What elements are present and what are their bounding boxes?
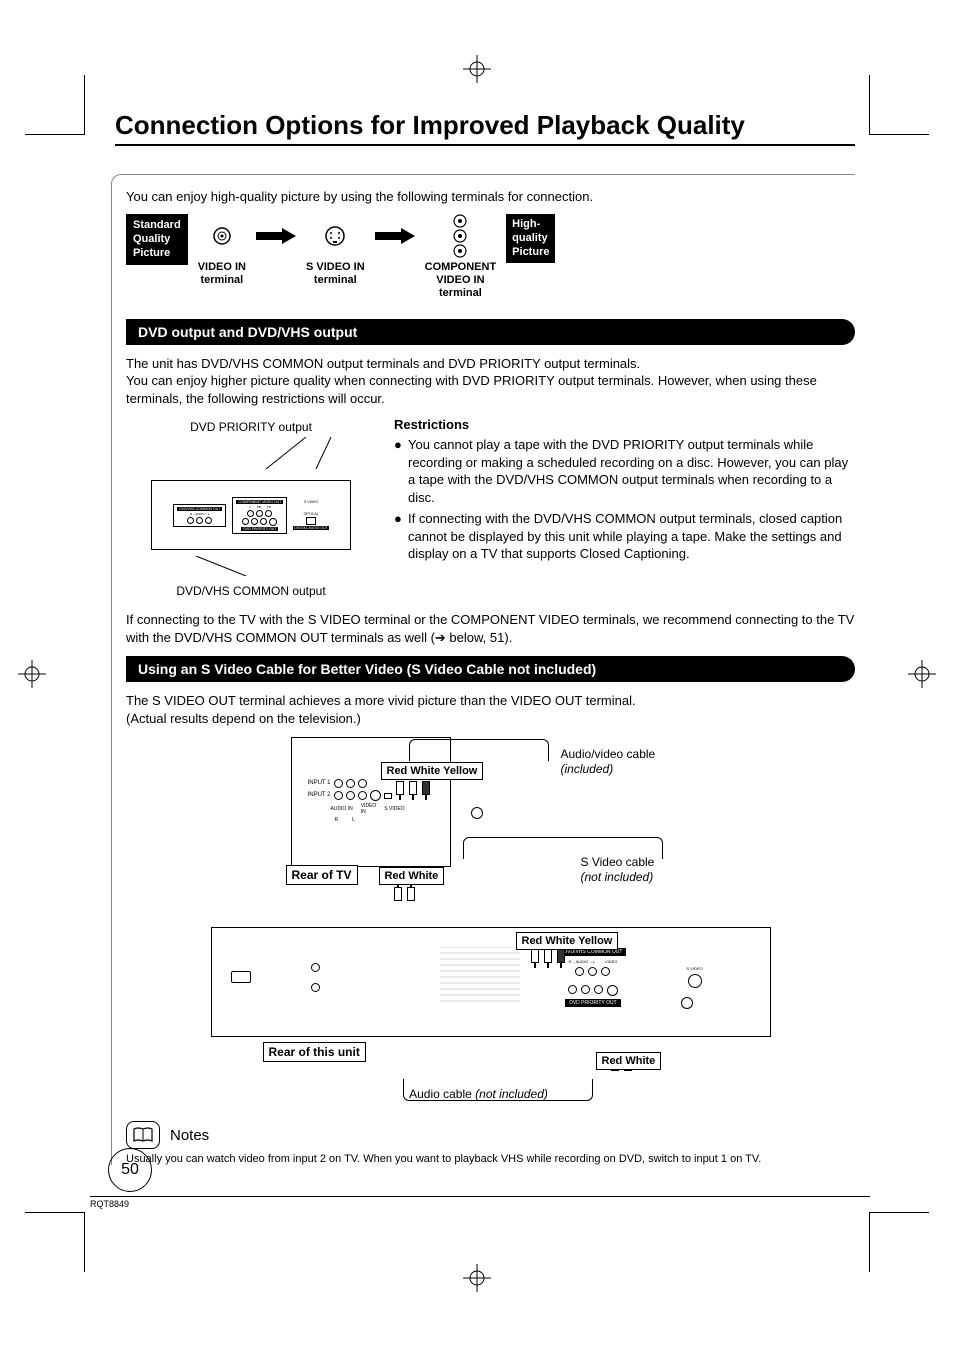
arrow-icon: [256, 214, 296, 258]
registration-mark: [18, 660, 46, 688]
rca-plug-icon: [544, 949, 552, 963]
rca-plug-icon: [394, 887, 402, 901]
crop-mark: [869, 1212, 929, 1272]
crop-mark: [25, 75, 85, 135]
section-heading: DVD output and DVD/VHS output: [126, 319, 855, 345]
cable-label: S Video cable(not included): [581, 855, 655, 885]
mini-label: DIGITAL AUDIO OUT: [293, 526, 328, 530]
body-text: If connecting to the TV with the S VIDEO…: [126, 611, 855, 646]
arrow-icon: [375, 214, 415, 258]
svideo-plug-icon: [471, 807, 483, 819]
cable-label: Audio/video cable(included): [561, 747, 656, 777]
page-number: 50: [108, 1148, 152, 1192]
registration-mark: [908, 660, 936, 688]
priority-output-label: DVD PRIORITY output: [126, 420, 376, 434]
rear-tv-label: Rear of TV: [286, 865, 358, 885]
rear-panel-mini-diagram: DVD/VHS COMMON OUT R – AUDIO – L COMPONE…: [151, 480, 351, 550]
video-in-icon: [198, 214, 246, 258]
callout-lines: [136, 437, 366, 469]
document-code: RQT8849: [90, 1196, 870, 1209]
mini-label: DVD/VHS COMMON OUT: [177, 507, 222, 511]
terminal-label: VIDEO IN terminal: [198, 261, 246, 287]
page-title: Connection Options for Improved Playback…: [115, 110, 855, 146]
color-tag: Red White: [596, 1052, 662, 1070]
bullet-item: ●If connecting with the DVD/VHS COMMON o…: [394, 510, 855, 563]
rear-unit-label: Rear of this unit: [263, 1042, 366, 1062]
color-tag: Red White Yellow: [516, 932, 619, 950]
standard-quality-badge: Standard Quality Picture: [126, 214, 188, 265]
callout-lines: [136, 556, 366, 576]
body-text: The unit has DVD/VHS COMMON output termi…: [126, 355, 855, 408]
crop-mark: [869, 75, 929, 135]
section-heading: Using an S Video Cable for Better Video …: [126, 656, 855, 682]
terminal-label: COMPONENT VIDEO IN terminal: [425, 261, 497, 301]
common-output-label: DVD/VHS COMMON output: [126, 584, 376, 598]
component-in-icon: [425, 214, 497, 258]
notes-text: Usually you can watch video from input 2…: [126, 1153, 855, 1165]
terminal-label: S VIDEO IN terminal: [306, 261, 365, 287]
unit-terminals: DVD/VHS COMMON OUT R – AUDIO – LVIDEO DV…: [231, 947, 703, 1007]
mini-label: S VIDEO: [293, 500, 328, 504]
color-tag: Red White Yellow: [381, 762, 484, 780]
intro-text: You can enjoy high-quality picture by us…: [126, 189, 855, 204]
svideo-plug-icon: [681, 997, 693, 1009]
tv-inputs: INPUT 1 INPUT 2 AUDIO INVIDEO INS VIDEO …: [301, 779, 405, 825]
high-quality-badge: High- quality Picture: [506, 214, 555, 263]
mini-label: R – AUDIO – L: [190, 512, 210, 516]
rca-plug-icon: [407, 887, 415, 901]
mini-label: OPTICAL: [293, 512, 328, 516]
notes-heading: Notes: [170, 1127, 209, 1144]
bullet-item: ●You cannot play a tape with the DVD PRI…: [394, 436, 855, 506]
svideo-in-icon: [306, 214, 365, 258]
rca-plug-icon: [422, 781, 430, 795]
rca-plug-icon: [396, 781, 404, 795]
restrictions-heading: Restrictions: [394, 417, 855, 432]
registration-mark: [463, 1264, 491, 1292]
mini-label: COMPONENT VIDEO OUT: [236, 500, 283, 504]
color-tag: Red White: [379, 867, 445, 885]
crop-mark: [25, 1212, 85, 1272]
registration-mark: [463, 55, 491, 83]
mini-label: DVD PRIORITY OUT: [241, 527, 278, 531]
connection-diagram: INPUT 1 INPUT 2 AUDIO INVIDEO INS VIDEO …: [211, 737, 771, 1107]
rca-plug-icon: [531, 949, 539, 963]
body-text: The S VIDEO OUT terminal achieves a more…: [126, 692, 855, 727]
rca-plug-icon: [557, 949, 565, 963]
notes-icon: [126, 1121, 160, 1149]
cable-label: Audio cable (not included): [379, 1087, 579, 1102]
rca-plug-icon: [409, 781, 417, 795]
quality-progression: Standard Quality Picture VIDEO IN termin…: [126, 214, 855, 301]
